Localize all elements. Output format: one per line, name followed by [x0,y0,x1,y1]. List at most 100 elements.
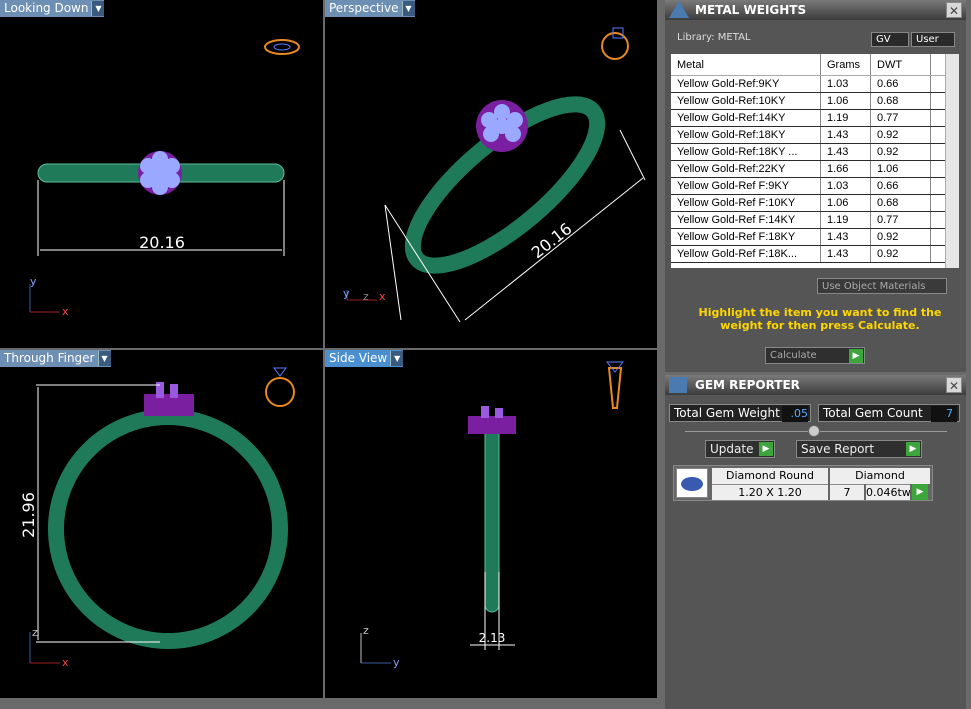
viewport-perspective[interactable]: 20.16 y z x Perspective ▼ [325,0,657,348]
table-cell: 0.92 [871,144,931,160]
table-cell: 0.92 [871,127,931,143]
table-cell: 1.66 [821,161,871,177]
metal-table[interactable]: Metal Grams DWT Yellow Gold-Ref:9KY 1.03 0… [671,54,959,268]
table-row[interactable]: Yellow Gold-Ref F:10KY 1.06 0.68 [671,195,959,212]
gem-cluster [144,382,194,416]
table-row[interactable]: Yellow Gold-Ref F:9KY 1.03 0.66 [671,178,959,195]
gem-cluster [476,100,528,152]
axis-x-label: x [62,656,69,669]
chevron-down-icon[interactable]: ▼ [97,351,111,366]
gem-weight: 0.046tw [866,484,911,500]
play-icon: ▶ [849,349,863,363]
library-label: Library: METAL [677,32,751,43]
viewport-title[interactable]: Looking Down ▼ [0,0,105,17]
table-cell: Yellow Gold-Ref:22KY [671,161,821,177]
table-row[interactable]: Yellow Gold-Ref:18KY 1.43 0.92 [671,127,959,144]
viewport-side-view[interactable]: 2.13 z y Side View ▼ [325,350,657,698]
looking-down-scene: 20.16 y x [29,39,300,318]
column-header[interactable]: Grams [821,54,871,75]
table-cell: Yellow Gold-Ref F:18KY [671,229,821,245]
table-cell: 1.06 [821,93,871,109]
table-cell: 1.19 [821,212,871,228]
close-icon[interactable]: ✕ [946,2,962,18]
viewport-title-label: Side View [329,351,388,365]
table-cell: Yellow Gold-Ref F:18K... [671,246,821,262]
table-row[interactable]: Yellow Gold-Ref:22KY 1.66 1.06 [671,161,959,178]
view-cube-icon[interactable] [601,27,629,60]
table-cell: Yellow Gold-Ref:18KY [671,127,821,143]
gv-toggle[interactable]: GV [871,32,909,47]
table-row[interactable]: Yellow Gold-Ref:14KY 1.19 0.77 [671,110,959,127]
table-cell: Yellow Gold-Ref:10KY [671,93,821,109]
table-body: Yellow Gold-Ref:9KY 1.03 0.66 Yellow Gold-R… [671,76,959,263]
table-cell: 1.03 [821,178,871,194]
column-header[interactable]: Metal [671,54,821,75]
table-cell: Yellow Gold-Ref F:10KY [671,195,821,211]
update-button[interactable]: Update ▶ [705,440,775,458]
total-gem-weight-field: Total Gem Weight .05 [669,404,811,422]
viewport-through-finger[interactable]: 21.96 z x Through Finger ▼ [0,350,323,698]
chevron-down-icon[interactable]: ▼ [91,1,105,16]
panel-header: METAL WEIGHTS ✕ [665,0,966,20]
column-header[interactable]: DWT [871,54,931,75]
gv-toggle-label: GV [876,34,891,45]
calculate-button[interactable]: Calculate ▶ [765,347,865,364]
user-toggle-label: User [916,34,939,45]
table-cell: 0.68 [871,195,931,211]
table-header: Metal Grams DWT [671,54,959,76]
chevron-down-icon[interactable]: ▼ [401,1,415,16]
viewport-title[interactable]: Perspective ▼ [325,0,415,17]
gem-material: Diamond [830,468,930,484]
table-cell: 1.03 [821,76,871,92]
ring-band [484,427,500,613]
viewport-title-label: Looking Down [4,1,89,15]
table-cell: 1.43 [821,229,871,245]
table-cell: 1.06 [871,161,931,177]
table-cell: 0.77 [871,212,931,228]
gem-reporter-panel: GEM REPORTER ✕ Total Gem Weight .05 Tota… [665,375,966,709]
dimension-label: 21.96 [19,492,38,538]
panel-header: GEM REPORTER ✕ [665,375,966,395]
metal-weights-panel: METAL WEIGHTS ✕ Library: METAL GV User M… [665,0,966,372]
axis-z-label: z [363,624,369,637]
through-finger-scene: 21.96 z x [19,367,295,669]
user-toggle[interactable]: User [911,32,955,47]
axis-y-label: y [393,656,400,669]
save-report-button[interactable]: Save Report ▶ [796,440,922,458]
use-object-materials-toggle[interactable]: Use Object Materials [817,278,947,294]
update-label: Update [710,442,754,456]
close-icon[interactable]: ✕ [946,377,962,393]
table-row[interactable]: Yellow Gold-Ref F:14KY 1.19 0.77 [671,212,959,229]
table-row[interactable]: Yellow Gold-Ref:9KY 1.03 0.66 [671,76,959,93]
view-cube-icon[interactable] [605,361,625,409]
table-row[interactable]: Yellow Gold-Ref:18KY ... 1.43 0.92 [671,144,959,161]
slider-handle[interactable] [808,425,820,437]
table-row[interactable]: Yellow Gold-Ref F:18K... 1.43 0.92 [671,246,959,263]
diamond-icon [676,468,708,498]
table-row[interactable]: Yellow Gold-Ref F:18KY 1.43 0.92 [671,229,959,246]
play-icon: ▶ [759,442,773,456]
chevron-down-icon[interactable]: ▼ [390,351,404,366]
viewport-title[interactable]: Through Finger ▼ [0,350,111,367]
panel-title: GEM REPORTER [695,378,800,392]
table-cell: 0.68 [871,93,931,109]
view-cube-icon[interactable] [264,39,300,55]
scrollbar[interactable] [945,54,959,268]
side-view-scene: 2.13 z y [360,361,625,669]
viewport-title[interactable]: Side View ▼ [325,350,404,367]
perspective-scene: 20.16 y z x [343,27,646,323]
table-row[interactable]: Yellow Gold-Ref:10KY 1.06 0.68 [671,93,959,110]
viewport-looking-down[interactable]: 20.16 y x Looking Down ▼ [0,0,323,348]
play-icon[interactable]: ▶ [912,484,928,500]
ring-band [48,409,288,649]
viewport-title-label: Through Finger [4,351,95,365]
table-cell: 0.66 [871,76,931,92]
gem-row[interactable]: Diamond Round Diamond 1.20 X 1.20 7 0.04… [673,465,933,501]
table-cell: 1.43 [821,144,871,160]
axis-z-label: z [32,626,38,639]
table-cell: Yellow Gold-Ref:14KY [671,110,821,126]
table-cell: Yellow Gold-Ref:9KY [671,76,821,92]
view-cube-icon[interactable] [265,367,295,407]
total-gem-count-value: 7 [931,406,957,422]
table-cell: 1.19 [821,110,871,126]
